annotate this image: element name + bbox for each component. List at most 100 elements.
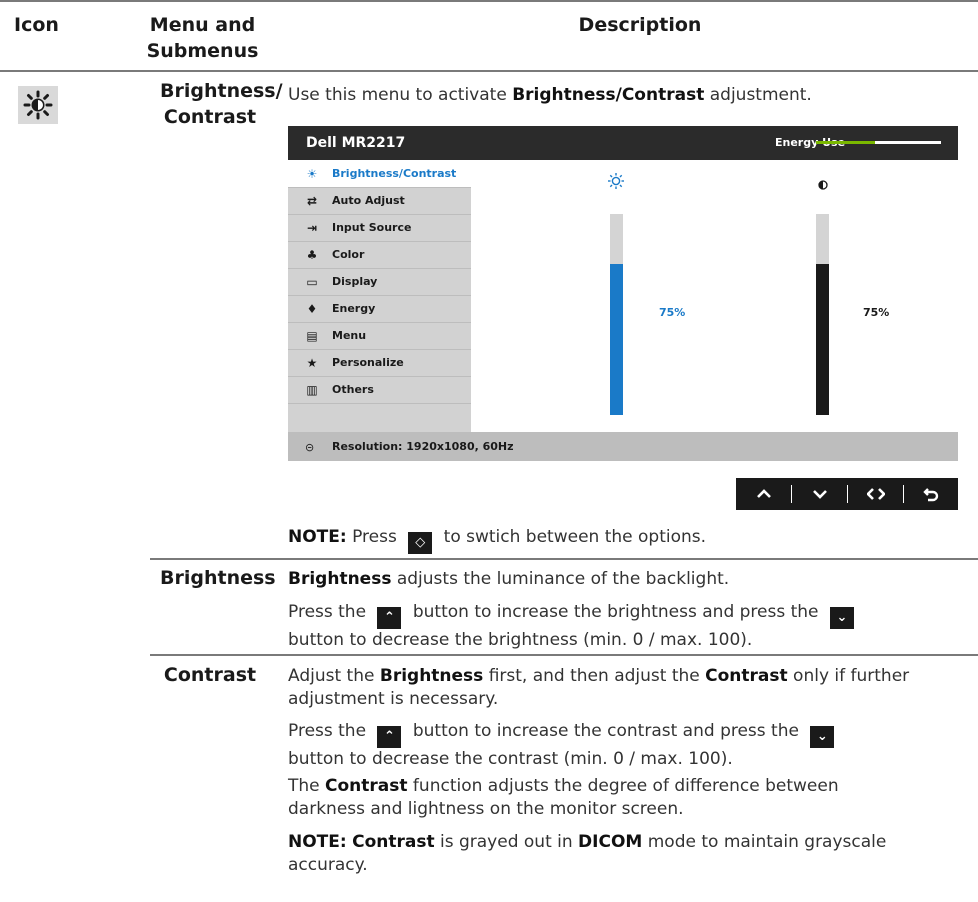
c-note-line2: accuracy.	[288, 855, 368, 875]
down-button[interactable]	[792, 478, 847, 510]
osd-status-bar: ⊝ Resolution: 1920x1080, 60Hz	[288, 432, 958, 461]
switch-key-icon: ◇	[408, 532, 433, 554]
contrast-note: NOTE: Contrast is grayed out in DICOM mo…	[288, 831, 976, 877]
energy-use-bar	[816, 141, 941, 144]
osd-title: Dell MR2217	[306, 135, 406, 151]
c-p1a: Adjust the	[288, 666, 380, 686]
star-icon: ★	[306, 356, 318, 370]
c-p1d: Contrast	[705, 666, 788, 686]
c-p3a: The	[288, 776, 326, 796]
brightness-contrast-icon	[18, 86, 58, 124]
switch-icon	[865, 488, 886, 500]
brightness-bold: Brightness	[288, 569, 392, 589]
c-p1-line2: adjustment is necessary.	[288, 689, 499, 709]
menu-line2: Contrast	[163, 106, 257, 128]
brightness-contrast-intro: Use this menu to activate Brightness/Con…	[288, 84, 976, 107]
brightness-slider-fill	[610, 264, 623, 415]
contrast-slider[interactable]	[816, 214, 829, 415]
chevron-up-icon	[756, 489, 771, 498]
c-press-line2: button to decrease the contrast (min. 0 …	[288, 749, 733, 769]
press-pre: Press the	[288, 602, 372, 622]
osd-menu-label: Color	[332, 248, 365, 261]
osd-menu-label: Display	[332, 275, 378, 288]
contrast-desc: Adjust the Brightness first, and then ad…	[288, 665, 976, 711]
energy-use-fill	[816, 141, 875, 144]
press-mid: button to increase the brightness and pr…	[407, 602, 824, 622]
osd-menu-separator	[288, 403, 471, 404]
down-key-icon: ⌄	[829, 607, 854, 629]
brightness-desc: Brightness adjusts the luminance of the …	[288, 568, 976, 591]
header-description: Description	[578, 14, 702, 36]
header-icon: Icon	[14, 14, 59, 36]
header-menu-line2: Submenus	[146, 40, 259, 62]
osd-menu-item-energy[interactable]: ♦ Energy	[288, 295, 471, 322]
osd-menu-item-personalize[interactable]: ★ Personalize	[288, 349, 471, 376]
c-p3c: function adjusts the degree of differenc…	[407, 776, 839, 796]
intro-text: Use this menu to activate	[288, 85, 513, 105]
header-menu: Menu and Submenus	[140, 12, 265, 64]
auto-adjust-icon: ⇄	[306, 194, 318, 208]
osd-menu-label: Input Source	[332, 221, 412, 234]
note-text-end: to swtich between the options.	[438, 527, 707, 547]
osd-menu: ☀ Brightness/Contrast ⇄ Auto Adjust ⇥ Input S…	[288, 160, 471, 432]
display-icon: ▭	[306, 275, 318, 289]
contrast-function-text: The Contrast function adjusts the degree…	[288, 775, 976, 821]
switch-button[interactable]	[848, 478, 903, 510]
c-p1e: only if further	[787, 666, 910, 686]
osd-menu-label: Auto Adjust	[332, 194, 405, 207]
c-note-b: Contrast	[352, 832, 435, 852]
menu-brightness-contrast: Brightness/ Contrast	[160, 78, 283, 130]
osd-menu-item-color[interactable]: ♣ Color	[288, 241, 471, 268]
brightness-sun-icon	[607, 172, 625, 190]
intro-suffix: adjustment.	[704, 85, 812, 105]
c-note-label: NOTE:	[288, 832, 347, 852]
up-key-icon: ⌃	[377, 607, 402, 629]
osd-menu-item-input-source[interactable]: ⇥ Input Source	[288, 214, 471, 241]
intro-bold: Brightness/Contrast	[512, 85, 705, 105]
menu-icon: ▤	[306, 329, 318, 343]
table-top-rule	[0, 0, 978, 2]
input-source-icon: ⇥	[306, 221, 318, 235]
osd-menu-label: Brightness/Contrast	[332, 167, 457, 180]
brightness-value: 75%	[659, 306, 686, 319]
c-p3-line2: darkness and lightness on the monitor sc…	[288, 799, 684, 819]
menu-brightness: Brightness	[160, 567, 276, 589]
osd-menu-label: Personalize	[332, 356, 404, 369]
osd-menu-item-auto-adjust[interactable]: ⇄ Auto Adjust	[288, 187, 471, 214]
back-button[interactable]	[903, 478, 958, 510]
osd-menu-label: Energy	[332, 302, 376, 315]
row-rule	[150, 558, 978, 560]
up-button[interactable]	[736, 478, 791, 510]
osd-menu-item-menu[interactable]: ▤ Menu	[288, 322, 471, 349]
c-p1b: Brightness	[379, 666, 484, 686]
color-icon: ♣	[306, 248, 318, 262]
osd-menu-item-display[interactable]: ▭ Display	[288, 268, 471, 295]
brightness-slider[interactable]	[610, 214, 623, 415]
chevron-down-icon	[812, 490, 827, 499]
contrast-value: 75%	[863, 306, 890, 319]
c-p3b: Contrast	[325, 776, 408, 796]
resolution-text: Resolution: 1920x1080, 60Hz	[332, 440, 514, 453]
brightness-desc-rest: adjusts the luminance of the backlight.	[391, 569, 730, 589]
back-icon	[922, 488, 938, 502]
menu-contrast: Contrast	[163, 664, 257, 686]
osd-menu-item-brightness-contrast[interactable]: ☀ Brightness/Contrast	[288, 160, 471, 187]
note-text: Press	[346, 527, 403, 547]
others-icon: ▥	[306, 383, 318, 397]
note-label: NOTE:	[288, 527, 347, 547]
osd-window: Dell MR2217 Energy Use ☀ Brightness/Contr…	[288, 126, 958, 461]
osd-menu-item-others[interactable]: ▥ Others	[288, 376, 471, 403]
brightness-contrast-pane: 75% 75%	[471, 160, 958, 432]
press-line2: button to decrease the brightness (min. …	[288, 630, 753, 650]
c-p1c: first, and then adjust the	[483, 666, 706, 686]
brightness-press-text: Press the ⌃ button to increase the brigh…	[288, 601, 976, 652]
down-key-icon: ⌄	[810, 726, 835, 748]
c-press-mid: button to increase the contrast and pres…	[407, 721, 805, 741]
c-press-pre: Press the	[288, 721, 372, 741]
sun-icon: ☀	[306, 167, 318, 181]
table-header-rule	[0, 70, 978, 72]
contrast-slider-fill	[816, 264, 829, 415]
c-note-e: mode to maintain grayscale	[642, 832, 887, 852]
osd-menu-label: Others	[332, 383, 374, 396]
contrast-press-text: Press the ⌃ button to increase the contr…	[288, 720, 976, 771]
